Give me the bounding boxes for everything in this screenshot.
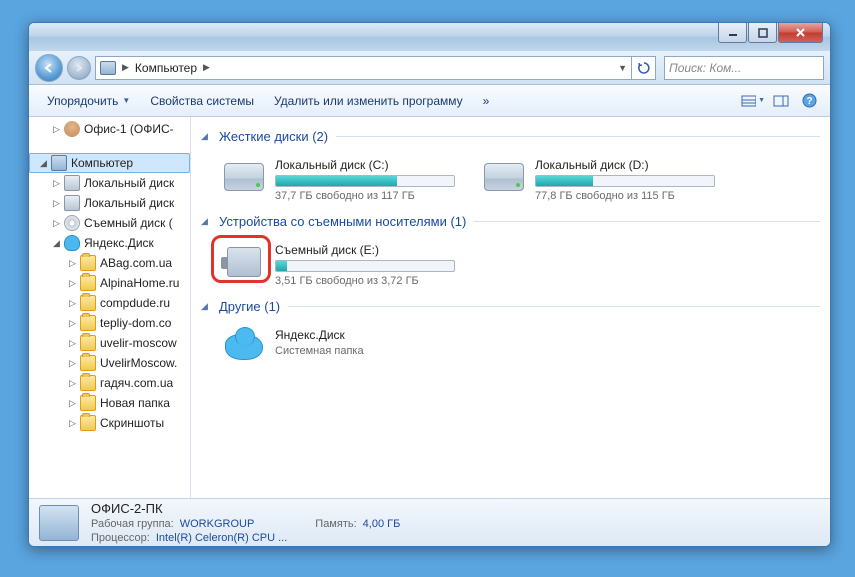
tree-item-user[interactable]: ▷ Офис-1 (ОФИС-	[29, 119, 190, 139]
folder-icon	[80, 295, 96, 311]
uninstall-program-button[interactable]: Удалить или изменить программу	[264, 90, 473, 112]
expander-icon[interactable]: ▷	[51, 198, 62, 209]
system-properties-button[interactable]: Свойства системы	[140, 90, 264, 112]
folder-icon	[80, 355, 96, 371]
expander-icon[interactable]: ▷	[67, 418, 78, 429]
breadcrumb-item[interactable]: Компьютер	[135, 61, 197, 75]
body: ▷ Офис-1 (ОФИС- ◢ Компьютер ▷ Локальный …	[29, 117, 830, 498]
tree-item-drive-d[interactable]: ▷ Локальный диск	[29, 193, 190, 213]
chevron-down-icon: ▼	[122, 96, 130, 105]
hdd-icon	[223, 158, 265, 196]
tree-item-folder[interactable]: ▷uvelir-moscow	[29, 333, 190, 353]
expander-icon[interactable]: ▷	[51, 218, 62, 229]
close-button[interactable]	[778, 23, 823, 43]
tree-item-yandex[interactable]: ◢ Яндекс.Диск	[29, 233, 190, 253]
collapse-icon: ◢	[201, 131, 211, 142]
tree-item-folder[interactable]: ▷AlpinaHome.ru	[29, 273, 190, 293]
capacity-bar	[275, 260, 455, 272]
tree-item-folder[interactable]: ▷compdude.ru	[29, 293, 190, 313]
removable-icon	[64, 215, 80, 231]
drive-e-removable[interactable]: Съемный диск (E:) 3,51 ГБ свободно из 3,…	[215, 237, 475, 293]
folder-icon	[80, 415, 96, 431]
drive-icon	[64, 175, 80, 191]
chevron-right-icon: ▶	[122, 62, 129, 73]
chevron-right-icon: ▶	[203, 62, 210, 73]
tree-item-drive-c[interactable]: ▷ Локальный диск	[29, 173, 190, 193]
capacity-bar	[275, 175, 455, 187]
hdd-icon	[483, 158, 525, 196]
forward-button[interactable]	[67, 56, 91, 80]
computer-icon	[100, 61, 116, 75]
capacity-bar	[535, 175, 715, 187]
tree-item-folder[interactable]: ▷Скриншоты	[29, 413, 190, 433]
expander-icon[interactable]: ▷	[51, 178, 62, 189]
content-pane: ◢ Жесткие диски (2) Локальный диск (C:) …	[191, 117, 830, 498]
titlebar	[29, 23, 830, 51]
yandex-disk-item[interactable]: Яндекс.Диск Системная папка	[215, 322, 475, 372]
collapse-icon: ◢	[201, 301, 211, 312]
folder-icon	[80, 375, 96, 391]
group-header-other[interactable]: ◢ Другие (1)	[201, 299, 828, 314]
back-button[interactable]	[35, 54, 63, 82]
expander-icon[interactable]: ◢	[51, 238, 62, 249]
usb-drive-icon	[223, 243, 265, 281]
explorer-window: ▶ Компьютер ▶ ▼ Поиск: Ком... Упорядочит…	[28, 22, 831, 547]
view-button[interactable]: ▼	[740, 90, 766, 112]
folder-icon	[80, 335, 96, 351]
folder-icon	[80, 275, 96, 291]
refresh-button[interactable]	[632, 56, 656, 80]
toolbar: Упорядочить▼ Свойства системы Удалить ил…	[29, 85, 830, 117]
folder-icon	[80, 315, 96, 331]
drive-d[interactable]: Локальный диск (D:) 77,8 ГБ свободно из …	[475, 152, 735, 208]
tree-item-folder[interactable]: ▷tepliy-dom.co	[29, 313, 190, 333]
expander-icon[interactable]: ▷	[51, 124, 62, 135]
expander-icon[interactable]: ▷	[67, 378, 78, 389]
collapse-icon: ◢	[201, 216, 211, 227]
address-bar: ▶ Компьютер ▶ ▼ Поиск: Ком...	[29, 51, 830, 85]
group-header-hdd[interactable]: ◢ Жесткие диски (2)	[201, 129, 828, 144]
navigation-tree: ▷ Офис-1 (ОФИС- ◢ Компьютер ▷ Локальный …	[29, 117, 191, 498]
expander-icon[interactable]: ▷	[67, 398, 78, 409]
computer-icon	[51, 155, 67, 171]
expander-icon[interactable]: ▷	[67, 358, 78, 369]
user-icon	[64, 121, 80, 137]
search-input[interactable]: Поиск: Ком...	[664, 56, 824, 80]
organize-button[interactable]: Упорядочить▼	[37, 90, 140, 112]
tree-item-computer[interactable]: ◢ Компьютер	[29, 153, 190, 173]
tree-item-folder[interactable]: ▷UvelirMoscow.	[29, 353, 190, 373]
folder-icon	[80, 395, 96, 411]
computer-name: ОФИС-2-ПК	[91, 501, 400, 516]
chevron-down-icon[interactable]: ▼	[618, 63, 627, 73]
toolbar-overflow[interactable]: »	[473, 90, 500, 112]
cloud-icon	[223, 328, 265, 366]
drive-icon	[64, 195, 80, 211]
computer-large-icon	[39, 505, 79, 541]
expander-icon[interactable]: ▷	[67, 338, 78, 349]
expander-icon[interactable]: ▷	[67, 258, 78, 269]
expander-icon[interactable]: ▷	[67, 298, 78, 309]
group-header-removable[interactable]: ◢ Устройства со съемными носителями (1)	[201, 214, 828, 229]
tree-item-removable[interactable]: ▷ Съемный диск (	[29, 213, 190, 233]
minimize-button[interactable]	[718, 23, 747, 43]
tree-item-folder[interactable]: ▷гадяч.com.ua	[29, 373, 190, 393]
help-button[interactable]: ?	[796, 90, 822, 112]
expander-icon[interactable]: ▷	[67, 278, 78, 289]
drive-c[interactable]: Локальный диск (C:) 37,7 ГБ свободно из …	[215, 152, 475, 208]
details-pane: ОФИС-2-ПК Рабочая группа:WORKGROUP Проце…	[29, 498, 830, 546]
folder-icon	[80, 255, 96, 271]
maximize-button[interactable]	[748, 23, 777, 43]
cloud-icon	[64, 235, 80, 251]
address-box[interactable]: ▶ Компьютер ▶ ▼	[95, 56, 632, 80]
expander-icon[interactable]: ▷	[67, 318, 78, 329]
svg-text:?: ?	[806, 96, 812, 107]
preview-pane-button[interactable]	[768, 90, 794, 112]
expander-icon[interactable]: ◢	[38, 158, 49, 169]
tree-item-folder[interactable]: ▷Новая папка	[29, 393, 190, 413]
tree-item-folder[interactable]: ▷ABag.com.ua	[29, 253, 190, 273]
